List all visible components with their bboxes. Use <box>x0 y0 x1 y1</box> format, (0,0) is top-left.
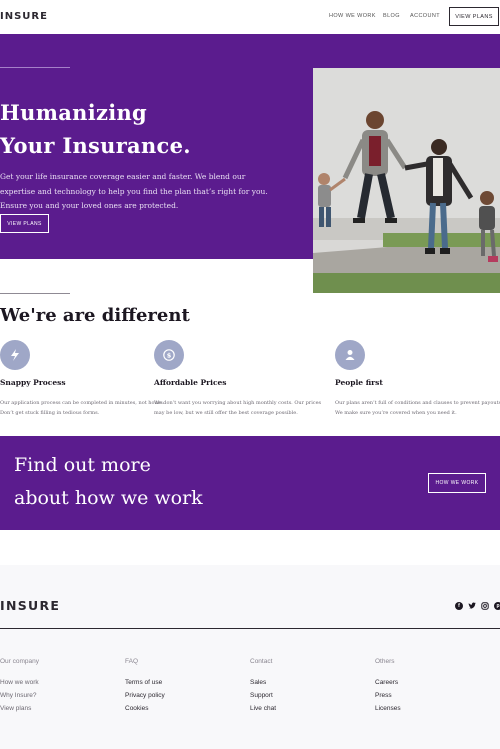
footer-link-privacy[interactable]: Privacy policy <box>125 692 165 705</box>
feature-title-affordable: Affordable Prices <box>154 378 227 387</box>
footer-link-cookies[interactable]: Cookies <box>125 705 165 718</box>
cta-title-line2: about how we work <box>14 487 203 509</box>
hero-title-line1: Humanizing <box>0 100 148 125</box>
feature-text-people: Our plans aren’t full of conditions and … <box>335 400 500 416</box>
section-title: We're are different <box>0 305 190 326</box>
footer-col-others: Others Careers Press Licenses <box>375 658 401 718</box>
cta-section: Find out more about how we work HOW WE W… <box>0 436 500 530</box>
section-divider <box>0 293 70 294</box>
how-we-work-button[interactable]: HOW WE WORK <box>428 473 486 493</box>
twitter-icon[interactable] <box>468 602 476 610</box>
nav-blog[interactable]: BLOG <box>383 13 400 19</box>
footer-col-faq: FAQ Terms of use Privacy policy Cookies <box>125 658 165 718</box>
footer-link-terms[interactable]: Terms of use <box>125 679 165 692</box>
facebook-icon[interactable]: f <box>455 602 463 610</box>
feature-text-affordable: We don’t want you worrying about high mo… <box>154 400 322 416</box>
view-plans-button[interactable]: VIEW PLANS <box>449 7 499 26</box>
footer-col-title: FAQ <box>125 658 139 665</box>
footer-logo[interactable]: INSURE <box>0 598 60 613</box>
site-footer: INSURE f p Our company How we work Why I… <box>0 565 500 749</box>
footer-divider <box>0 628 500 629</box>
nav-how-we-work[interactable]: HOW WE WORK <box>329 13 376 19</box>
feature-title-snappy: Snappy Process <box>0 378 66 387</box>
logo[interactable]: INSURE <box>0 11 48 22</box>
social-links: f p <box>455 602 500 610</box>
svg-text:$: $ <box>167 351 172 359</box>
lightning-icon <box>0 340 30 370</box>
footer-link-press[interactable]: Press <box>375 692 401 705</box>
footer-link-sales[interactable]: Sales <box>250 679 276 692</box>
footer-col-title: Contact <box>250 658 273 665</box>
footer-link-how-we-work[interactable]: How we work <box>0 679 39 692</box>
hero-title: Humanizing Your Insurance. <box>0 96 191 162</box>
footer-link-support[interactable]: Support <box>250 692 276 705</box>
footer-link-live-chat[interactable]: Live chat <box>250 705 276 718</box>
hero-divider <box>0 67 70 68</box>
footer-link-careers[interactable]: Careers <box>375 679 401 692</box>
footer-link-licenses[interactable]: Licenses <box>375 705 401 718</box>
cta-title: Find out more about how we work <box>14 449 203 515</box>
dollar-icon: $ <box>154 340 184 370</box>
feature-text-snappy: Our application process can be completed… <box>0 400 165 416</box>
footer-col-company: Our company How we work Why Insure? View… <box>0 658 39 718</box>
site-header: INSURE HOW WE WORK BLOG ACCOUNT VIEW PLA… <box>0 0 500 34</box>
footer-link-why-insure[interactable]: Why Insure? <box>0 692 39 705</box>
footer-col-contact: Contact Sales Support Live chat <box>250 658 276 718</box>
feature-title-people: People first <box>335 378 383 387</box>
hero-view-plans-button[interactable]: VIEW PLANS <box>0 214 49 233</box>
hero-title-line2: Your Insurance. <box>0 133 191 158</box>
footer-link-view-plans[interactable]: View plans <box>0 705 39 718</box>
instagram-icon[interactable] <box>481 602 489 610</box>
person-icon <box>335 340 365 370</box>
hero-description: Get your life insurance coverage easier … <box>0 172 268 210</box>
nav-account[interactable]: ACCOUNT <box>410 13 440 19</box>
footer-col-title: Others <box>375 658 395 665</box>
cta-title-line1: Find out more <box>14 454 151 476</box>
pinterest-icon[interactable]: p <box>494 602 500 610</box>
hero-family-photo <box>313 68 500 293</box>
footer-col-title: Our company <box>0 658 40 665</box>
